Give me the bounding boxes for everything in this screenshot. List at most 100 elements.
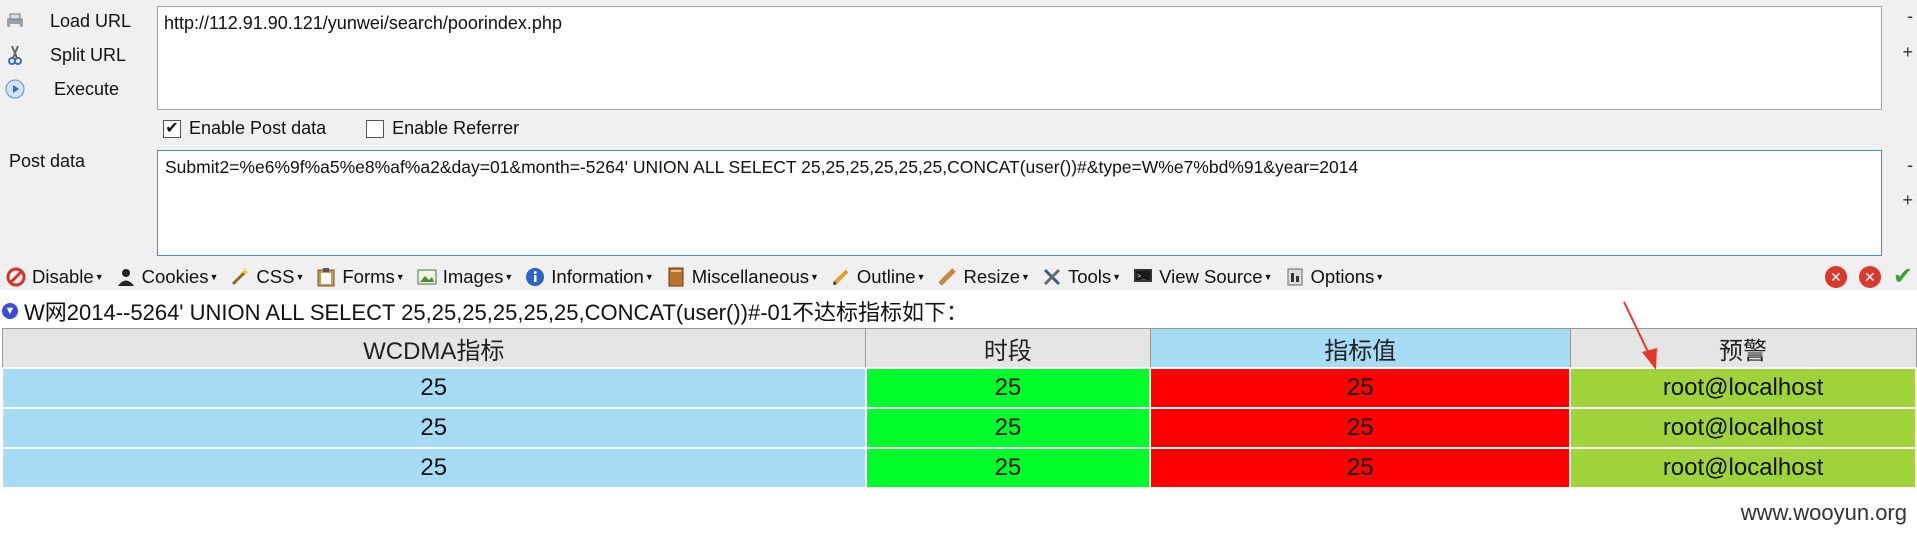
cookie-icon [116,267,136,287]
info-icon [525,267,545,287]
split-url-button[interactable]: Split URL [4,38,154,72]
enable-post-checkbox[interactable]: ✔ [163,119,181,138]
disable-icon [6,267,26,287]
url-field[interactable]: http://112.91.90.121/yunwei/search/poori… [157,6,1882,110]
dropdown-arrow-icon: ▼ [504,272,514,282]
enable-post-label: Enable Post data [189,118,327,138]
post-data-field[interactable]: Submit2=%e6%9f%a5%e8%af%a2&day=01&month=… [157,150,1882,256]
url-shrink-button[interactable]: - [1907,6,1913,27]
pencil-icon [831,267,851,287]
menu-disable-label: Disable [32,266,94,287]
load-url-button[interactable]: Load URL [4,4,154,38]
table-cell: 25 [864,367,1152,409]
menu-outline-label: Outline [856,266,916,287]
load-url-label: Load URL [50,10,132,31]
split-url-label: Split URL [50,44,127,65]
table-row: 25 25 25 root@localhost [1,407,1917,449]
play-icon [4,78,26,100]
options-icon [1285,267,1305,287]
table-cell: 25 [1,407,867,449]
image-icon [417,267,437,287]
table-cell: 25 [1,367,867,409]
arrow-down-circle-icon: ▼ [2,303,18,319]
dropdown-arrow-icon: ▼ [1112,272,1122,282]
load-url-icon [4,10,26,32]
dropdown-arrow-icon: ▼ [1263,272,1273,282]
enable-referrer-checkbox[interactable] [366,119,385,138]
column-header: 时段 [865,328,1151,369]
watermark: www.wooyun.org [1740,500,1907,525]
result-heading: ▼ W网2014--5264' UNION ALL SELECT 25,25,2… [0,296,968,326]
menu-miscellaneous[interactable]: Miscellaneous ▼ [666,266,819,288]
menu-options[interactable]: Options ▼ [1285,266,1385,288]
menu-css[interactable]: CSS ▼ [230,266,304,288]
menu-tools-label: Tools [1067,266,1112,287]
column-header: 指标值 [1149,328,1571,369]
menu-resize-label: Resize [963,266,1021,287]
table-cell: root@localhost [1569,407,1917,449]
menu-miscellaneous-label: Miscellaneous [691,266,809,287]
menu-cookies-label: Cookies [141,266,209,287]
table-cell: root@localhost [1569,367,1917,409]
check-icon[interactable]: ✔ [1893,265,1913,289]
enable-referrer-option[interactable]: Enable Referrer [366,118,519,139]
book-icon [666,267,686,287]
red-arrow-annotation [1623,301,1657,370]
dropdown-arrow-icon: ▼ [295,272,305,282]
scissors-icon [4,44,26,66]
menu-forms-label: Forms [342,266,395,287]
menu-outline[interactable]: Outline ▼ [831,266,926,288]
menu-tools[interactable]: Tools ▼ [1042,266,1121,288]
menu-options-label: Options [1310,266,1375,287]
dropdown-arrow-icon: ▼ [810,272,819,282]
dropdown-arrow-icon: ▼ [644,272,654,282]
svg-text:>_: >_ [1137,272,1146,280]
dropdown-arrow-icon: ▼ [209,272,219,282]
table-cell: root@localhost [1569,447,1917,489]
dropdown-arrow-icon: ▼ [94,272,104,282]
dropdown-arrow-icon: ▼ [1021,272,1030,282]
table-cell: 25 [864,447,1152,489]
dropdown-arrow-icon: ▼ [1375,272,1385,282]
monitor-icon: >_ [1133,267,1153,287]
dropdown-arrow-icon: ▼ [916,272,926,282]
close-icon[interactable]: ✕ [1858,266,1881,288]
column-header: WCDMA指标 [1,328,867,369]
menu-cookies[interactable]: Cookies ▼ [116,266,219,288]
table-cell: 25 [1,447,867,489]
post-data-label: Post data [9,151,86,171]
clipboard-icon [316,267,336,287]
menu-information[interactable]: Information ▼ [525,266,654,288]
menu-view-source[interactable]: >_ View Source ▼ [1133,266,1273,288]
tools-icon [1042,267,1062,287]
menu-disable[interactable]: Disable ▼ [6,266,104,288]
css-wand-icon [230,267,250,287]
table-row: 25 25 25 root@localhost [1,367,1917,409]
ruler-icon [937,267,957,287]
menu-images[interactable]: Images ▼ [417,266,514,288]
table-cell: 25 [1149,407,1572,449]
enable-referrer-label: Enable Referrer [392,118,520,138]
close-icon[interactable]: ✕ [1824,266,1847,288]
action-list: Load URL Split URL Execute [4,4,154,106]
dropdown-arrow-icon: ▼ [395,272,405,282]
post-grow-button[interactable]: + [1902,190,1913,211]
table-row: 25 25 25 root@localhost [1,447,1917,489]
menu-view-source-label: View Source [1159,266,1263,287]
table-cell: 25 [864,407,1152,449]
menu-bar: Disable ▼ Cookies ▼ CSS ▼ Forms ▼ Images ▼ In… [0,262,1917,292]
menu-images-label: Images [442,266,504,287]
enable-post-option[interactable]: ✔ Enable Post data [163,118,326,139]
window-controls: ✕ ✕ ✔ [1824,265,1913,289]
menu-resize[interactable]: Resize ▼ [937,266,1030,288]
post-shrink-button[interactable]: - [1907,155,1913,176]
menu-forms[interactable]: Forms ▼ [316,266,405,288]
menu-information-label: Information [551,266,644,287]
heading-text: W网2014--5264' UNION ALL SELECT 25,25,25,… [24,300,969,325]
table-cell: 25 [1149,447,1572,489]
execute-label: Execute [54,78,120,99]
url-grow-button[interactable]: + [1902,42,1913,63]
execute-button[interactable]: Execute [4,72,154,106]
table-cell: 25 [1149,367,1572,409]
options-row: ✔ Enable Post data Enable Referrer [163,118,559,139]
